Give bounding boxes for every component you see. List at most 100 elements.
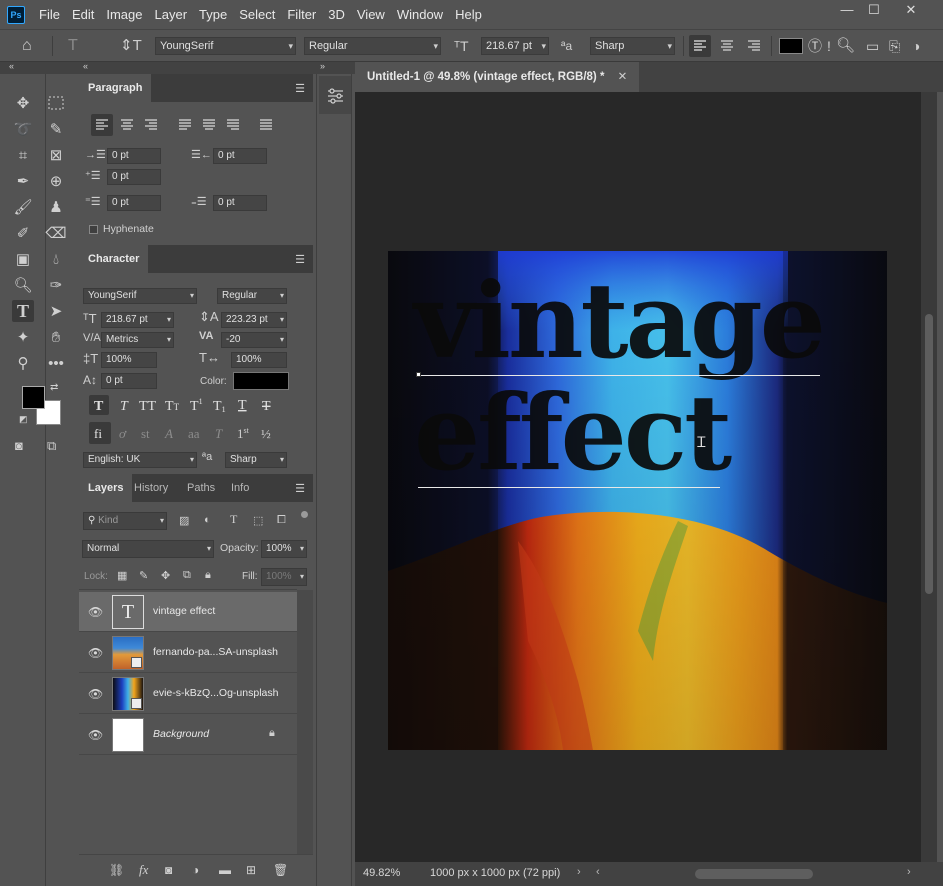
filter-pixel-icon[interactable]: ▨ bbox=[179, 514, 189, 527]
char-color-swatch[interactable] bbox=[233, 372, 289, 390]
visibility-eye-icon[interactable]: 👁︎ bbox=[88, 646, 103, 660]
add-mask-icon[interactable]: ◙ bbox=[165, 863, 172, 877]
layer-row-background[interactable]: 👁︎ Background 🔒︎ bbox=[79, 715, 297, 755]
close-window-button[interactable]: ✕ bbox=[898, 2, 924, 20]
align-right-button[interactable] bbox=[743, 35, 765, 57]
text-color-swatch[interactable] bbox=[779, 38, 803, 54]
delete-layer-icon[interactable]: 🗑︎ bbox=[273, 863, 288, 877]
tab-character[interactable]: Character bbox=[79, 245, 149, 273]
space-after-input[interactable]: 0 pt bbox=[213, 195, 267, 211]
workspace-icon[interactable]: ▭ bbox=[866, 37, 879, 55]
collapse-toolbar-icon[interactable]: « bbox=[9, 61, 14, 71]
search-icon[interactable]: 🔍︎ bbox=[836, 37, 855, 55]
layer-row-vintage-effect[interactable]: 👁︎ T vintage effect bbox=[79, 592, 297, 632]
lasso-tool-icon[interactable]: ➰ bbox=[12, 118, 34, 140]
font-size-select[interactable]: 218.67 pt ▾ bbox=[481, 37, 549, 55]
history-brush-tool-icon[interactable]: ✐ bbox=[12, 222, 34, 244]
text-anchor-handle[interactable] bbox=[416, 372, 421, 377]
layer-row-fernando[interactable]: 👁︎ fernando-pa...SA-unsplash bbox=[79, 633, 297, 673]
move-tool-icon[interactable]: ✥ bbox=[12, 92, 34, 114]
path-selection-tool-icon[interactable]: ➤ bbox=[45, 300, 67, 322]
menu-file[interactable]: File bbox=[39, 7, 60, 22]
menu-window[interactable]: Window bbox=[397, 7, 443, 22]
swap-colors-icon[interactable]: ⇄ bbox=[50, 382, 58, 393]
tab-paragraph[interactable]: Paragraph bbox=[79, 74, 152, 102]
font-style-select[interactable]: Regular ▾ bbox=[304, 37, 441, 55]
character-panel-toggle-icon[interactable]: ! bbox=[827, 37, 831, 55]
default-colors-icon[interactable]: ◩ bbox=[19, 414, 28, 425]
tab-history[interactable]: History bbox=[125, 474, 177, 502]
horizontal-scrollbar-thumb[interactable] bbox=[695, 869, 813, 879]
menu-edit[interactable]: Edit bbox=[72, 7, 94, 22]
quick-mask-icon[interactable]: ◙ bbox=[15, 438, 23, 453]
layer-style-icon[interactable]: fx bbox=[139, 862, 148, 878]
align-left-button[interactable] bbox=[689, 35, 711, 57]
char-baseline-shift-input[interactable]: 0 pt bbox=[101, 373, 157, 389]
menu-filter[interactable]: Filter bbox=[287, 7, 316, 22]
hand-tool-icon[interactable]: ✋︎ bbox=[45, 326, 67, 348]
indent-right-input[interactable]: 0 pt bbox=[213, 148, 267, 164]
eraser-tool-icon[interactable]: ⌫ bbox=[45, 222, 67, 244]
expand-dock-icon[interactable]: » bbox=[320, 61, 325, 71]
lock-transparent-icon[interactable]: ▦ bbox=[117, 569, 127, 582]
blend-mode-select[interactable]: Normal ▾ bbox=[82, 540, 214, 558]
vertical-scrollbar[interactable] bbox=[921, 92, 937, 862]
char-vertical-scale-input[interactable]: 100% bbox=[101, 352, 157, 368]
zoom-level[interactable]: 49.82% bbox=[363, 867, 400, 879]
menu-view[interactable]: View bbox=[357, 7, 385, 22]
tab-info[interactable]: Info bbox=[222, 474, 258, 502]
char-font-style-select[interactable]: Regular ▾ bbox=[217, 288, 287, 304]
lock-position-icon[interactable]: ✥ bbox=[161, 569, 170, 582]
lock-artboard-icon[interactable]: ⧉ bbox=[183, 569, 191, 582]
more-tools-icon[interactable]: ••• bbox=[45, 352, 67, 374]
vertical-scrollbar-thumb[interactable] bbox=[925, 314, 933, 594]
marquee-tool-icon[interactable] bbox=[45, 92, 67, 114]
pen-tool-icon[interactable]: ✑ bbox=[45, 274, 67, 296]
lock-all-icon[interactable]: 🔒︎ bbox=[205, 569, 211, 582]
menu-help[interactable]: Help bbox=[455, 7, 482, 22]
filter-smart-object-icon[interactable]: ⧠ bbox=[277, 514, 286, 527]
char-font-size-select[interactable]: 218.67 pt ▾ bbox=[101, 312, 174, 328]
screen-mode-icon[interactable]: ⧉ bbox=[47, 438, 56, 454]
eyedropper-tool-icon[interactable]: ✒ bbox=[12, 170, 34, 192]
filter-toggle-icon[interactable] bbox=[301, 511, 308, 518]
document-tab[interactable]: Untitled-1 @ 49.8% (vintage effect, RGB/… bbox=[355, 62, 640, 92]
brush-tool-icon[interactable]: 🖌︎ bbox=[12, 196, 34, 218]
menu-3d[interactable]: 3D bbox=[328, 7, 345, 22]
filter-type-icon[interactable]: T bbox=[230, 512, 237, 527]
warp-text-icon[interactable]: Ⓣ bbox=[808, 37, 822, 55]
scroll-right-icon[interactable]: › bbox=[907, 866, 911, 878]
indent-left-input[interactable]: 0 pt bbox=[107, 148, 161, 164]
visibility-eye-icon[interactable]: 👁︎ bbox=[88, 728, 103, 742]
char-horizontal-scale-input[interactable]: 100% bbox=[231, 352, 287, 368]
space-before-input[interactable]: 0 pt bbox=[107, 195, 161, 211]
panel-menu-icon[interactable]: ☰ bbox=[295, 82, 305, 95]
gradient-tool-icon[interactable]: ▣ bbox=[12, 248, 34, 270]
home-icon[interactable]: ⌂ bbox=[22, 37, 32, 55]
properties-panel-button[interactable] bbox=[319, 76, 351, 114]
dodge-tool-icon[interactable]: 🔍︎ bbox=[12, 274, 34, 296]
opacity-input[interactable]: 100% ▾ bbox=[261, 540, 307, 558]
menu-image[interactable]: Image bbox=[106, 7, 142, 22]
visibility-eye-icon[interactable]: 👁︎ bbox=[88, 605, 103, 619]
maximize-button[interactable]: ☐ bbox=[861, 2, 887, 20]
hyphenate-checkbox[interactable] bbox=[89, 225, 98, 234]
zoom-tool-icon[interactable]: ⚲ bbox=[12, 352, 34, 374]
new-adjustment-layer-icon[interactable]: ◑ bbox=[192, 863, 199, 877]
link-layers-icon[interactable]: ⛓ bbox=[109, 863, 124, 877]
text-tool-preset-icon[interactable]: T bbox=[68, 37, 78, 55]
visibility-eye-icon[interactable]: 👁︎ bbox=[88, 687, 103, 701]
new-layer-icon[interactable]: ⊞ bbox=[246, 863, 256, 877]
status-menu-arrow-icon[interactable]: › bbox=[577, 866, 581, 878]
share-icon[interactable]: ⎘ bbox=[889, 37, 900, 55]
blur-tool-icon[interactable]: 💧︎ bbox=[45, 248, 67, 270]
char-kerning-select[interactable]: Metrics ▾ bbox=[101, 332, 174, 348]
layers-scrollbar[interactable] bbox=[297, 590, 313, 854]
minimize-button[interactable]: — bbox=[834, 2, 860, 20]
lock-image-icon[interactable]: ✎ bbox=[139, 569, 148, 582]
layer-filter-kind-select[interactable]: ⚲ Kind ▾ bbox=[83, 512, 167, 530]
align-center-button[interactable] bbox=[716, 35, 738, 57]
filter-adjustment-icon[interactable]: ◐ bbox=[204, 514, 211, 526]
panel-menu-icon[interactable]: ☰ bbox=[295, 482, 305, 495]
close-tab-icon[interactable]: ✕ bbox=[618, 71, 628, 83]
